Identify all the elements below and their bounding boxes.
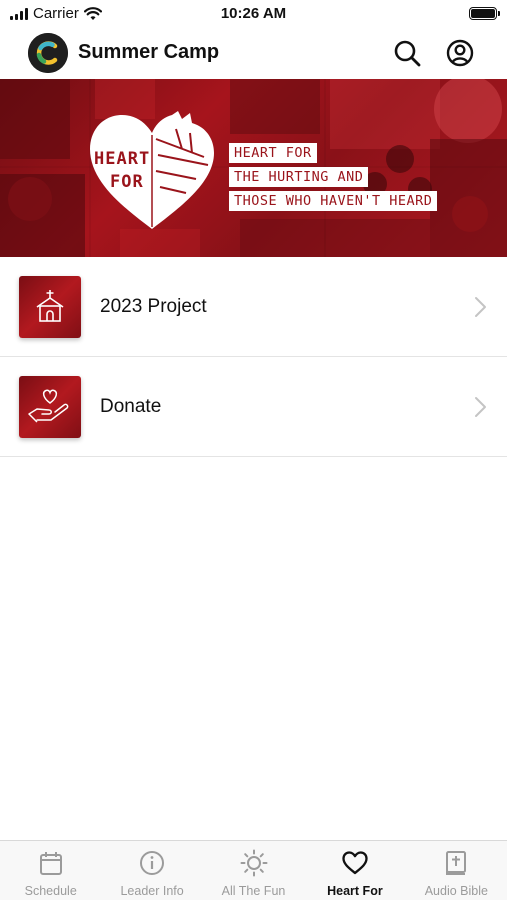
tab-label: Leader Info	[120, 884, 184, 898]
banner-line-1: HEART FOR	[229, 143, 317, 163]
tab-label: Schedule	[24, 884, 77, 898]
calendar-icon	[39, 852, 62, 875]
tab-all-the-fun[interactable]: All The Fun	[203, 841, 304, 900]
tab-label: All The Fun	[221, 884, 286, 898]
tab-label: Heart For	[327, 884, 383, 898]
search-icon	[394, 40, 421, 67]
heart-word-2: FOR	[110, 172, 144, 192]
giving-hand-icon	[28, 389, 69, 423]
banner-tagline: HEART FOR THE HURTING AND THOSE WHO HAVE…	[229, 143, 438, 211]
list-item-label: Donate	[100, 396, 162, 417]
project-thumbnail	[19, 276, 81, 338]
church-icon	[36, 290, 64, 322]
donate-thumbnail	[19, 376, 81, 438]
bible-icon	[446, 851, 467, 875]
tab-label: Audio Bible	[424, 884, 488, 898]
status-time: 10:26 AM	[220, 5, 287, 22]
heart-for-banner[interactable]: HEART FOR HEART FOR THE HURTING AND THOS…	[0, 79, 507, 257]
list-item-label: 2023 Project	[100, 296, 207, 317]
banner-line-3: THOSE WHO HAVEN'T HEARD	[229, 191, 438, 211]
tab-heart-for[interactable]: Heart For	[304, 841, 405, 900]
sun-icon	[240, 849, 268, 877]
account-button[interactable]	[444, 37, 476, 69]
account-icon	[446, 39, 474, 67]
tab-audio-bible[interactable]: Audio Bible	[406, 841, 507, 900]
chevron-right-icon	[475, 297, 486, 317]
battery-icon	[469, 7, 500, 20]
heart-for-list: 2023 Project Donate	[0, 257, 507, 457]
tab-leader-info[interactable]: Leader Info	[101, 841, 202, 900]
heart-icon	[342, 851, 368, 875]
status-bar: Carrier 10:26 AM	[0, 0, 507, 28]
list-item-donate[interactable]: Donate	[0, 357, 507, 457]
list-item-2023-project[interactable]: 2023 Project	[0, 257, 507, 357]
search-button[interactable]	[391, 37, 423, 69]
app-title: Summer Camp	[78, 41, 220, 63]
info-icon	[140, 851, 165, 875]
app-header: Summer Camp	[0, 28, 507, 78]
banner-line-2: THE HURTING AND	[229, 167, 369, 187]
chevron-right-icon	[475, 397, 486, 417]
heart-logo: HEART FOR	[86, 109, 218, 231]
app-logo-icon	[28, 33, 68, 73]
tab-schedule[interactable]: Schedule	[0, 841, 101, 900]
tab-bar: Schedule Leader Info All The Fun Heart F…	[0, 840, 507, 900]
heart-word-1: HEART	[94, 149, 151, 169]
